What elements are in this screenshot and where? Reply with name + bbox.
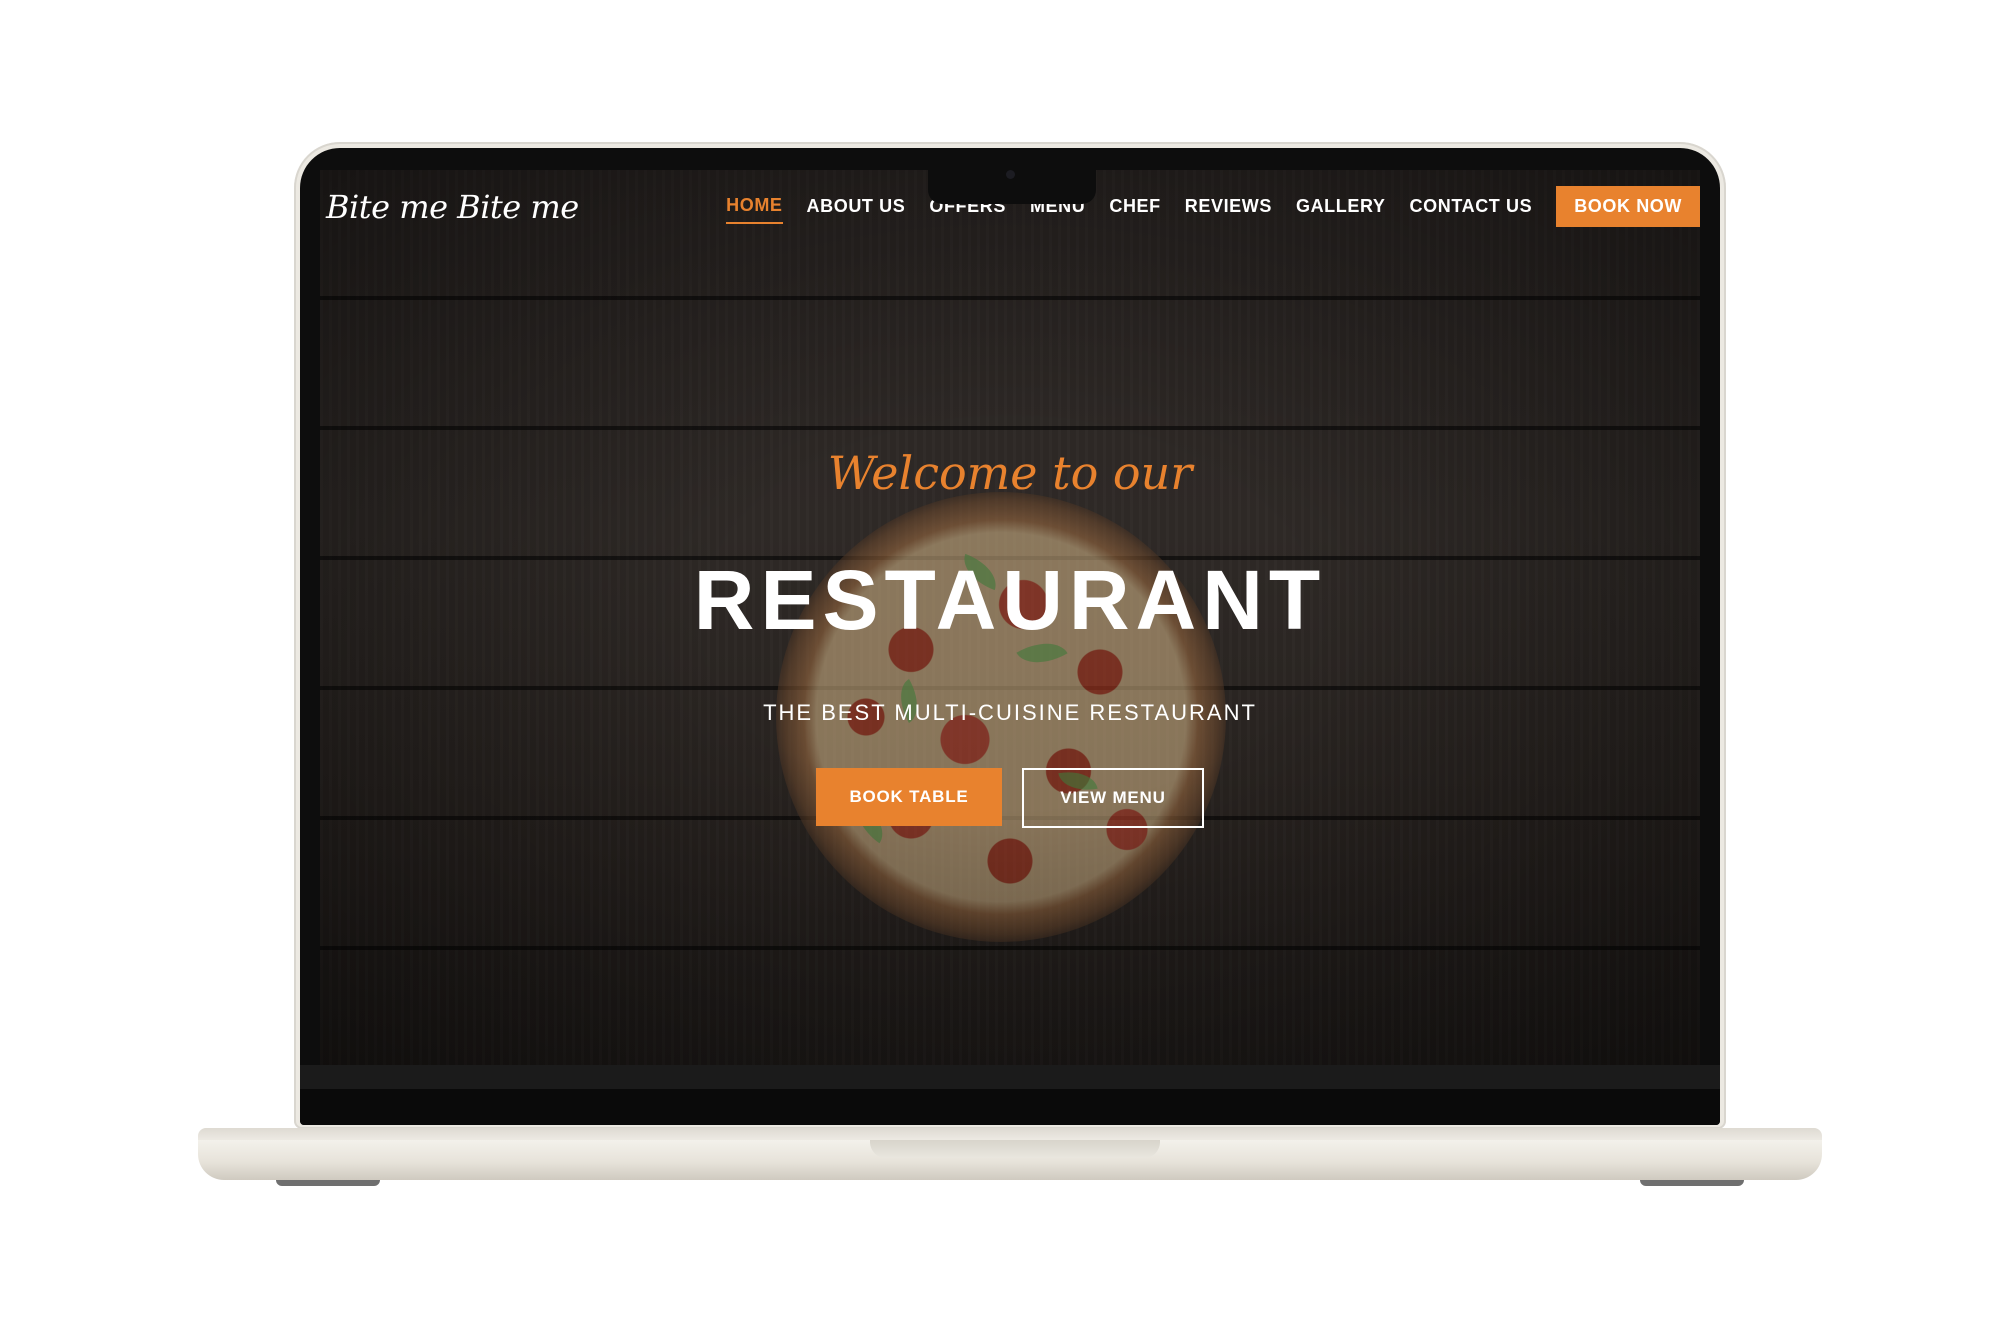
main-nav: HOME ABOUT US OFFERS MENU CHEF REVIEWS G… xyxy=(726,186,1700,227)
laptop-opening-notch xyxy=(870,1140,1160,1158)
nav-item-about-us[interactable]: ABOUT US xyxy=(807,196,906,223)
website-screen: Bite me Bite me HOME ABOUT US OFFERS MEN… xyxy=(320,170,1700,1065)
screen-bottom-edge xyxy=(300,1065,1720,1089)
camera-icon xyxy=(1006,170,1015,179)
book-now-button[interactable]: BOOK NOW xyxy=(1556,186,1700,227)
hero-buttons: BOOK TABLE VIEW MENU xyxy=(320,768,1700,828)
laptop-foot-right xyxy=(1640,1180,1744,1186)
book-table-button[interactable]: BOOK TABLE xyxy=(816,768,1002,826)
nav-item-home[interactable]: HOME xyxy=(726,195,783,224)
hero-title: RESTAURANT xyxy=(693,553,1327,647)
nav-item-chef[interactable]: CHEF xyxy=(1109,196,1160,223)
screen-chin xyxy=(300,1089,1720,1125)
hero-subtitle: THE BEST MULTI-CUISINE RESTAURANT xyxy=(763,700,1257,725)
nav-item-reviews[interactable]: REVIEWS xyxy=(1185,196,1272,223)
laptop-foot-left xyxy=(276,1180,380,1186)
nav-item-contact-us[interactable]: CONTACT US xyxy=(1410,196,1533,223)
site-logo[interactable]: Bite me Bite me xyxy=(326,188,579,226)
hero-welcome-text: Welcome to our xyxy=(827,446,1193,500)
view-menu-button[interactable]: VIEW MENU xyxy=(1022,768,1204,828)
nav-item-gallery[interactable]: GALLERY xyxy=(1296,196,1386,223)
laptop-mockup: Bite me Bite me HOME ABOUT US OFFERS MEN… xyxy=(0,0,2000,1333)
